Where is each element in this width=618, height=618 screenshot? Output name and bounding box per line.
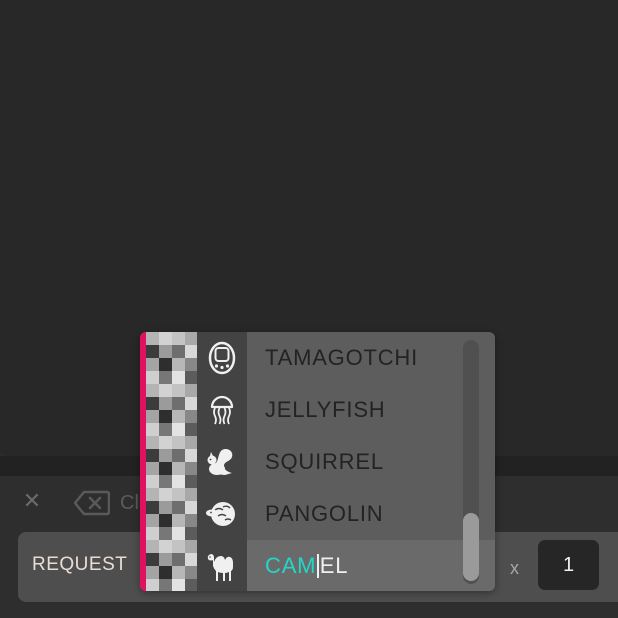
item-label: JELLYFISH <box>265 397 386 422</box>
item-label: PANGOLIN <box>265 501 384 526</box>
item-thumbnail <box>146 540 197 591</box>
autocomplete-dropdown: TAMAGOTCHI JELLYFISH SQUIRREL PANGOLIN C… <box>140 332 495 591</box>
item-thumbnail <box>146 332 197 384</box>
list-item[interactable]: JELLYFISH <box>140 384 495 436</box>
list-item[interactable]: TAMAGOTCHI <box>140 332 495 384</box>
text-cursor <box>317 554 319 578</box>
list-item[interactable]: PANGOLIN <box>140 488 495 540</box>
backspace-icon <box>74 490 110 516</box>
scrollbar[interactable] <box>463 340 479 584</box>
scrollbar-thumb[interactable] <box>463 513 479 581</box>
close-icon[interactable]: ✕ <box>20 490 44 514</box>
jellyfish-icon <box>210 395 234 425</box>
quantity-prefix: x <box>510 558 519 578</box>
backspace-label: Cl <box>120 492 139 514</box>
list-item-selected[interactable]: CAM EL <box>140 540 495 591</box>
camel-icon <box>207 554 233 581</box>
tamagotchi-icon <box>208 341 236 375</box>
list-item[interactable]: SQUIRREL <box>140 436 495 488</box>
typed-text: CAM <box>265 553 317 578</box>
pangolin-icon <box>206 502 235 526</box>
backspace-button[interactable]: Cl <box>74 490 144 516</box>
item-label: CAM EL <box>265 540 348 591</box>
squirrel-icon <box>207 448 233 475</box>
item-thumbnail <box>146 488 197 540</box>
quantity-input[interactable]: 1 <box>538 540 599 590</box>
completion-text: EL <box>319 553 349 578</box>
item-thumbnail <box>146 384 197 436</box>
item-label: SQUIRREL <box>265 449 384 474</box>
request-label: REQUEST <box>32 554 128 575</box>
item-label: TAMAGOTCHI <box>265 345 419 370</box>
item-thumbnail <box>146 436 197 488</box>
